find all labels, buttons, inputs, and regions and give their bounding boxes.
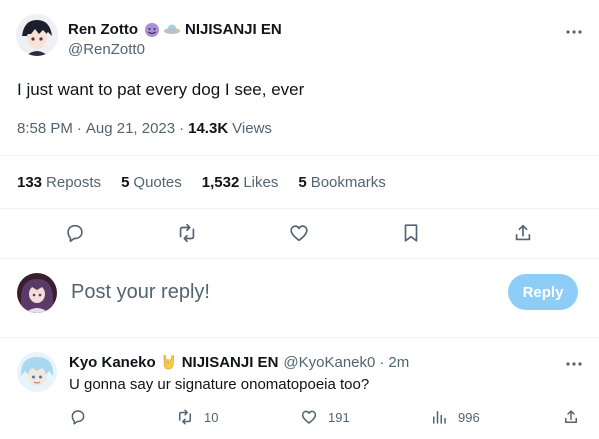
divider (0, 155, 599, 156)
views-count: 14.3K (188, 120, 229, 137)
bookmarks-count: 5 (298, 174, 307, 191)
reply-author-name[interactable]: Kyo Kaneko (69, 354, 156, 371)
reply-author-handle[interactable]: @KyoKanek0 (283, 354, 375, 371)
reply-button[interactable]: Reply (508, 274, 578, 310)
reply-time[interactable]: 2m (388, 354, 409, 371)
more-options-icon[interactable] (562, 22, 586, 42)
like-icon[interactable] (286, 220, 312, 246)
like-icon[interactable] (300, 408, 318, 426)
reply-like-action[interactable]: 191 (300, 408, 350, 426)
ufo-icon (163, 20, 181, 38)
tweet-time[interactable]: 8:58 PM (17, 120, 73, 137)
author-name[interactable]: Ren Zotto (68, 21, 138, 38)
reply-reply-action[interactable] (69, 408, 87, 426)
rock-on-hand-icon (160, 354, 177, 371)
bookmark-icon[interactable] (398, 220, 424, 246)
likes-label: Likes (243, 174, 279, 191)
repost-icon[interactable] (174, 220, 200, 246)
tweet-text: I just want to pat every dog I see, ever (17, 80, 305, 99)
views-chart-icon[interactable] (430, 408, 448, 426)
reply-author-avatar[interactable] (17, 352, 57, 392)
author-avatar[interactable] (16, 14, 58, 56)
share-icon[interactable] (562, 408, 580, 426)
separator-dot: · (379, 354, 385, 371)
repost-icon[interactable] (176, 408, 194, 426)
reply-like-count: 191 (328, 409, 350, 425)
smiling-devil-icon (143, 20, 161, 38)
reply-views-action[interactable]: 996 (430, 408, 480, 426)
reply-more-options-icon[interactable] (562, 354, 586, 374)
separator-dot: · (76, 120, 82, 137)
reply-views-count: 996 (458, 409, 480, 425)
divider (0, 258, 599, 259)
divider (0, 337, 599, 338)
divider (0, 208, 599, 209)
reply-retweet-count: 10 (204, 409, 219, 425)
views-label: Views (232, 120, 272, 137)
reposts-label: Reposts (46, 174, 102, 191)
quotes-stat[interactable]: 5 Quotes (121, 174, 182, 191)
reply-icon[interactable] (69, 408, 87, 426)
reply-input[interactable]: Post your reply! (71, 281, 210, 304)
reposts-count: 133 (17, 174, 43, 191)
reply-share-action[interactable] (562, 408, 580, 426)
separator-dot: · (179, 120, 185, 137)
reposts-stat[interactable]: 133 Reposts (17, 174, 101, 191)
current-user-avatar[interactable] (17, 273, 57, 313)
quotes-label: Quotes (133, 174, 182, 191)
author-handle[interactable]: @RenZott0 (68, 41, 145, 58)
reply-repost-action[interactable]: 10 (176, 408, 218, 426)
quotes-count: 5 (121, 174, 130, 191)
bookmarks-label: Bookmarks (310, 174, 386, 191)
likes-count: 1,532 (201, 174, 240, 191)
reply-text: U gonna say ur signature onomatopoeia to… (69, 376, 370, 393)
reply-author-badge-text: NIJISANJI EN (181, 354, 279, 371)
likes-stat[interactable]: 1,532 Likes (202, 174, 279, 191)
tweet-date[interactable]: Aug 21, 2023 (86, 120, 175, 137)
reply-icon[interactable] (62, 220, 88, 246)
share-icon[interactable] (510, 220, 536, 246)
bookmarks-stat[interactable]: 5 Bookmarks (298, 174, 385, 191)
author-badge-text: NIJISANJI EN (184, 20, 282, 38)
